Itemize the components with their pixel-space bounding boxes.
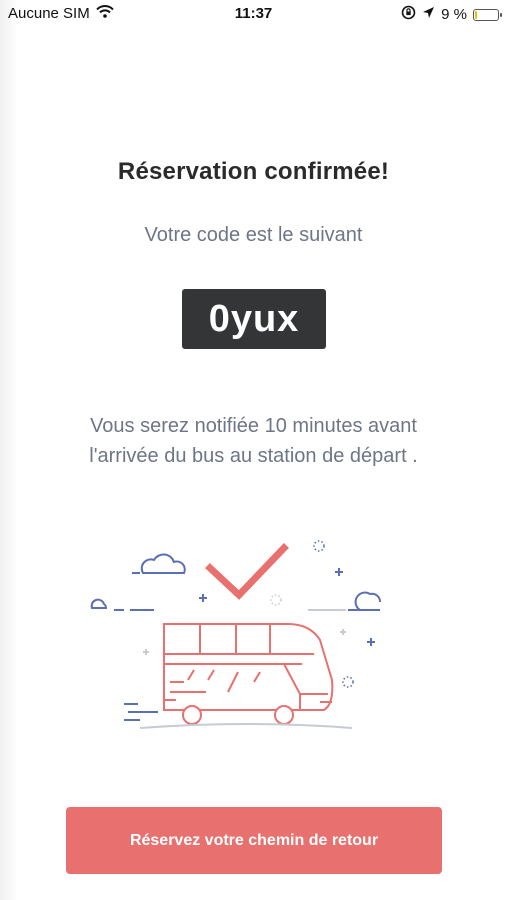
note-line-2: l'arrivée du bus au station de départ .	[89, 445, 418, 467]
cloud-icon	[140, 553, 186, 574]
checkmark-icon	[205, 543, 289, 600]
bus-icon	[163, 623, 334, 725]
bus-confirmed-illustration	[88, 532, 388, 742]
code-caption: Votre code est le suivant	[144, 224, 363, 246]
battery-level	[475, 10, 477, 19]
cloud-icon	[354, 591, 381, 611]
screen-rotation-lock-icon	[401, 5, 416, 24]
status-bar: Aucune SIM 11:37 9 %	[0, 0, 507, 30]
location-arrow-icon	[422, 6, 435, 23]
battery-percent: 9 %	[441, 6, 467, 23]
status-right: 9 %	[401, 5, 502, 24]
return-trip-button[interactable]: Réservez votre chemin de retour	[66, 807, 442, 874]
page-title: Réservation confirmée!	[117, 158, 390, 185]
note-line-1: Vous serez notifiée 10 minutes avant	[90, 415, 417, 437]
reservation-code: 0yux	[182, 289, 326, 349]
cloud-icon	[90, 598, 108, 609]
notification-note: Vous serez notifiée 10 minutes avant l'a…	[30, 411, 477, 471]
battery-icon	[473, 8, 502, 21]
left-edge-shadow	[0, 0, 18, 900]
